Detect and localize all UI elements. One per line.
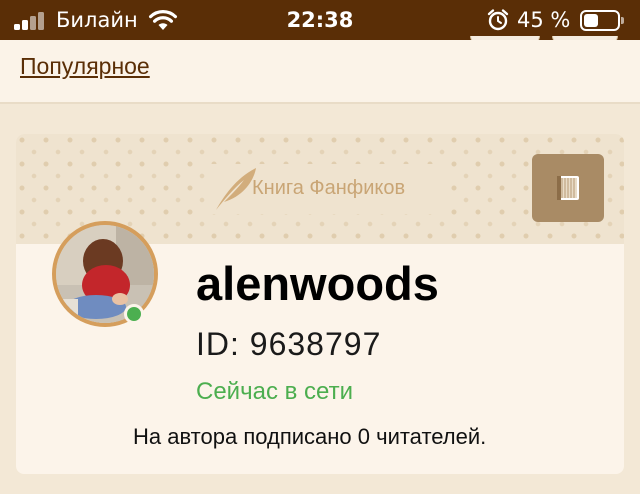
battery-icon xyxy=(580,10,624,31)
site-logo: Книга Фанфиков xyxy=(206,164,446,214)
profile-card: Книга Фанфиков alenwoods ID: 9638797 Сей… xyxy=(16,134,624,474)
nav-panel: Популярное xyxy=(0,40,640,104)
logo-text: Книга Фанфиков xyxy=(252,177,406,199)
online-indicator xyxy=(124,304,144,324)
status-bar: Билайн 22:38 45 % xyxy=(0,0,640,40)
battery-percent: 45 % xyxy=(517,8,571,32)
online-status: Сейчас в сети xyxy=(196,378,353,405)
username: alenwoods xyxy=(196,257,439,310)
popular-link[interactable]: Популярное xyxy=(20,53,150,80)
banner-cover-button[interactable] xyxy=(532,154,604,222)
quill-icon xyxy=(210,166,258,212)
book-icon xyxy=(554,174,582,202)
alarm-icon xyxy=(486,8,510,36)
subscribers-count: На автора подписано 0 читателей. xyxy=(133,424,487,449)
user-id: ID: 9638797 xyxy=(196,326,382,362)
